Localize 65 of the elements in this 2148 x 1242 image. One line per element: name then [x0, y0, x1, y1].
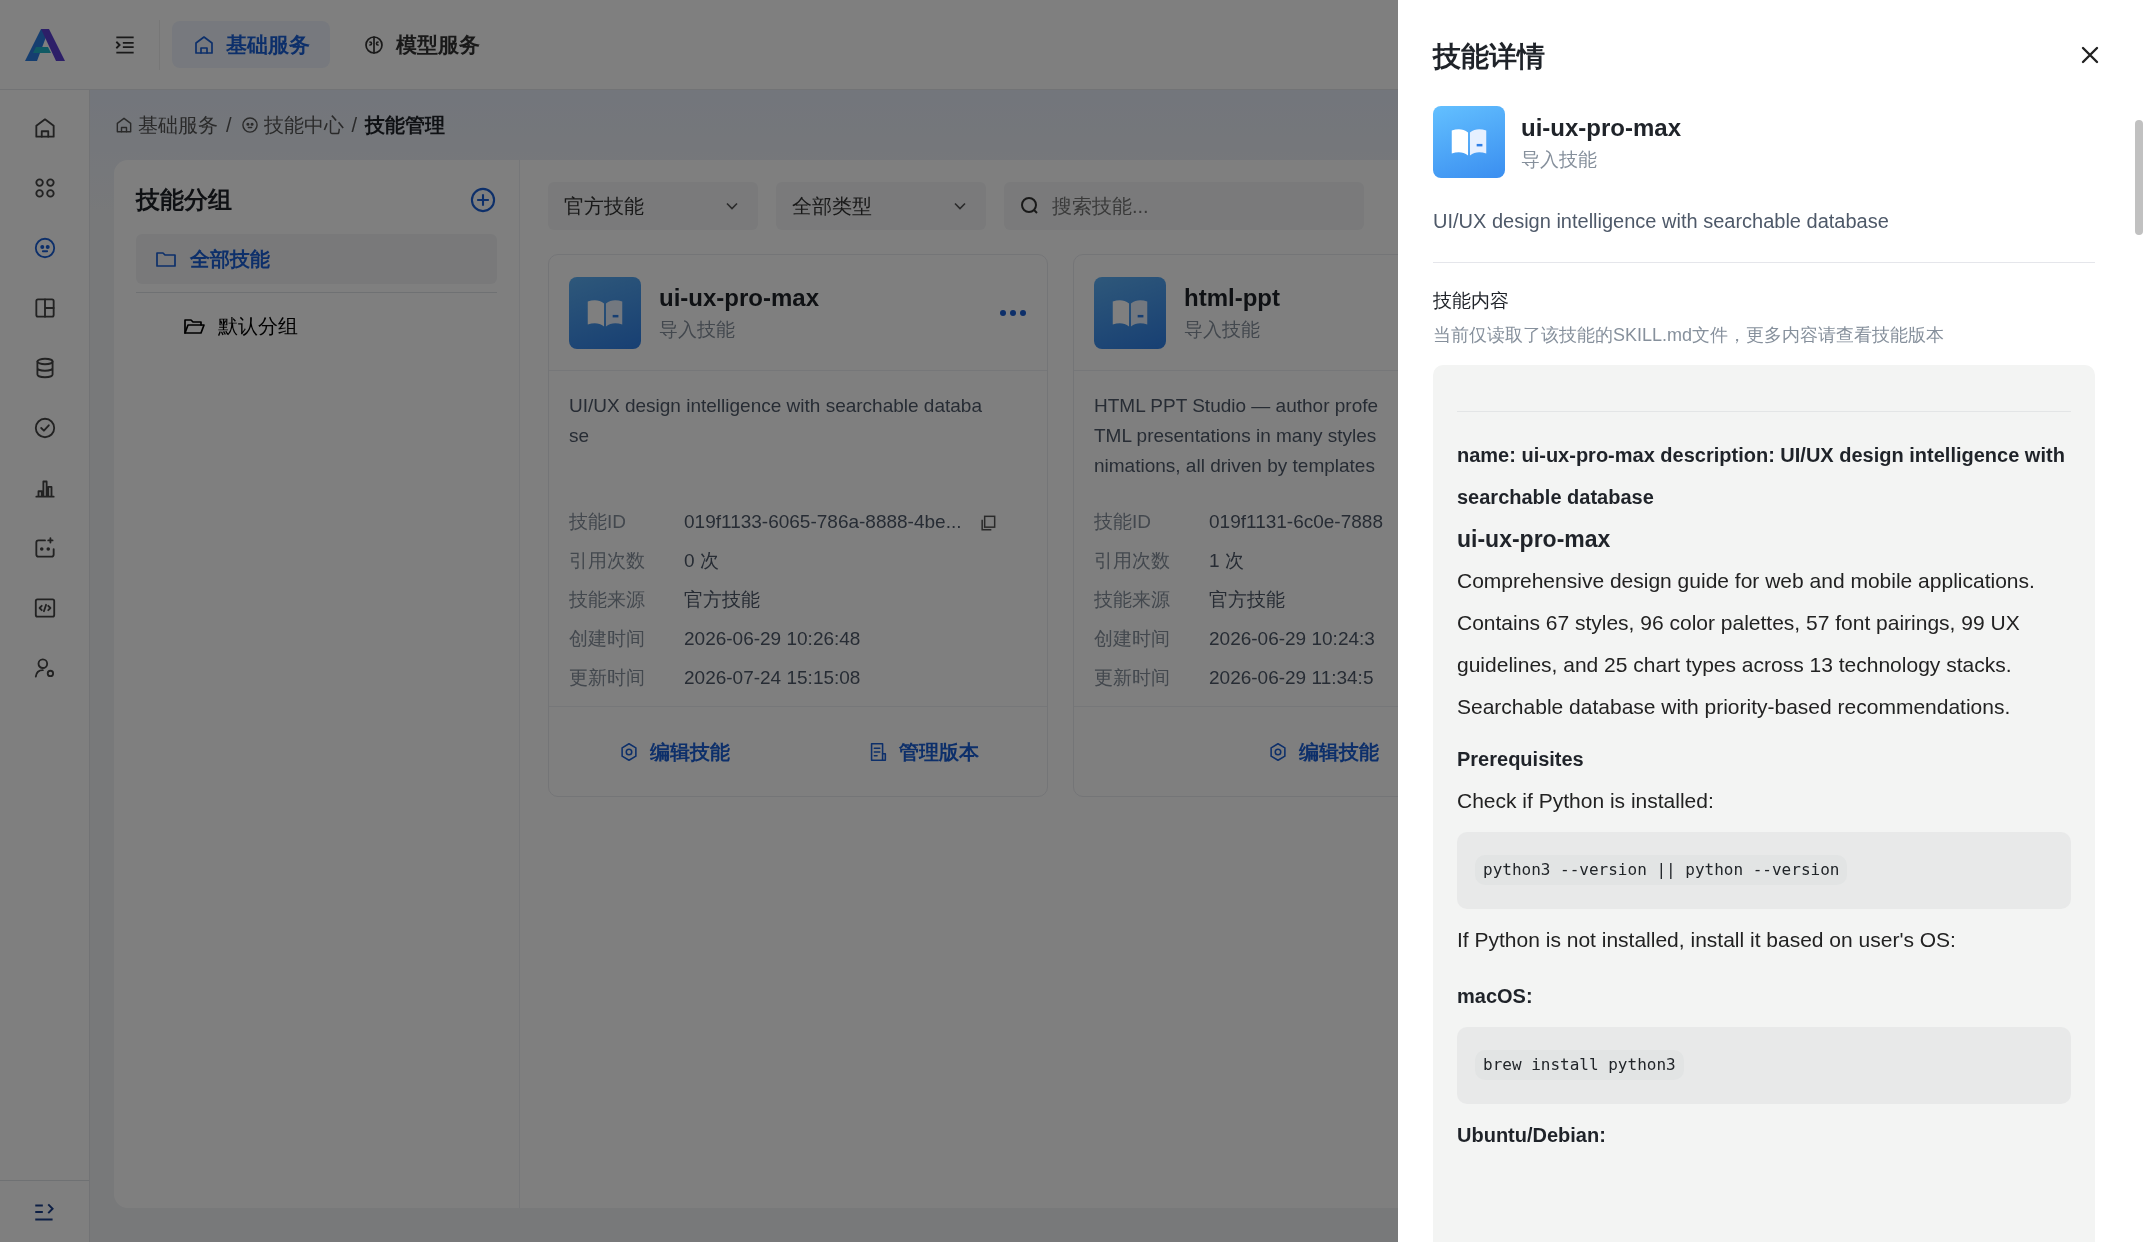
field-value: 019f1131-6c0e-7888 [1209, 510, 1383, 535]
field-label: 引用次数 [1094, 549, 1171, 574]
card-action-button[interactable]: 编辑技能 [1261, 735, 1385, 768]
card-action-button[interactable]: 管理版本 [860, 735, 985, 768]
skill-title: ui-ux-pro-max [1521, 112, 1681, 143]
home-icon [114, 115, 134, 135]
breadcrumb-item: 技能管理 [365, 113, 446, 138]
field-value: 2026-06-29 11:34:5 [1209, 666, 1374, 691]
skill-type: 导入技能 [659, 318, 736, 343]
breadcrumb-separator: / [226, 113, 232, 138]
gear-icon [1267, 740, 1289, 763]
more-icon[interactable] [999, 308, 1027, 317]
add-icon[interactable] [469, 186, 497, 214]
filter-select[interactable]: 全部类型 [776, 182, 986, 230]
filter-select[interactable]: 官方技能 [548, 182, 758, 230]
code-text: python3 --version || python --version [1475, 855, 1848, 885]
section-title: 技能内容 [1433, 289, 1510, 313]
group-item[interactable]: 默认分组 [136, 301, 497, 351]
breadcrumb-item[interactable]: 技能中心 [263, 110, 344, 140]
group-item[interactable]: 全部技能 [136, 234, 497, 284]
field-value: 1 次 [1209, 549, 1244, 574]
nav-tab[interactable]: 基础服务 [172, 20, 330, 69]
paragraph: Comprehensive design guide for web and mobile applications. Contains 67 styles, 96 color palettes, 57 font pairings, 99 UX guidelines, and 25 chart types across 13 technology stacks. Searchable database with priority-based recommendations. [1457, 567, 2036, 720]
heading: Prerequisites [1457, 746, 1585, 772]
heading: Ubuntu/Debian: [1457, 1122, 1607, 1148]
field-label: 引用次数 [569, 549, 646, 574]
skill-type: 导入技能 [1184, 318, 1261, 343]
face-icon [239, 115, 260, 135]
field-value: 2026-06-29 10:26:48 [684, 627, 861, 652]
field-label: 技能ID [569, 510, 627, 535]
field-label: 更新时间 [569, 666, 646, 691]
section-note: 当前仅读取了该技能的SKILL.md文件，更多内容请查看技能版本 [1433, 323, 1946, 347]
heading: macOS: [1457, 983, 1534, 1009]
scrollbar-thumb[interactable] [2135, 120, 2143, 235]
field-value: 019f1133-6065-786a-8888-4be... [684, 510, 962, 535]
breadcrumb-item[interactable]: 基础服务 [138, 110, 218, 140]
drawer-title: 技能详情 [1433, 40, 1545, 74]
heading: ui-ux-pro-max [1457, 524, 1612, 554]
skill-title: ui-ux-pro-max [659, 283, 820, 314]
field-label: 创建时间 [1094, 627, 1171, 652]
field-label: 创建时间 [569, 627, 646, 652]
skill-type: 导入技能 [1521, 147, 1598, 172]
field-value: 2026-07-24 15:15:08 [684, 666, 861, 691]
field-label: 技能ID [1094, 510, 1152, 535]
field-label: 技能来源 [1094, 588, 1171, 613]
field-value: 2026-06-29 10:24:3 [1209, 627, 1375, 652]
skill-title: html-ppt [1184, 283, 1281, 314]
field-value: 官方技能 [1209, 588, 1285, 613]
field-value: 官方技能 [684, 588, 760, 613]
field-label: 更新时间 [1094, 666, 1171, 691]
skill-description: HTML PPT Studio — author profe TML presentations in many styles nimations, all driven by templates [1094, 394, 1379, 478]
field-value: 0 次 [684, 549, 719, 574]
breadcrumb-separator: / [351, 113, 358, 138]
skill-description: UI/UX design intelligence with searchable database [1433, 209, 1890, 234]
field-label: 技能来源 [569, 588, 646, 613]
search-field[interactable]: 搜索技能... [1004, 182, 1364, 230]
card-action-button[interactable]: 编辑技能 [611, 735, 736, 768]
skill-description: UI/UX design intelligence with searchable databa se [569, 394, 982, 448]
paragraph: If Python is not installed, install it based on user's OS: [1457, 926, 1957, 953]
heading: name: ui-ux-pro-max description: UI/UX design intelligence with searchable database [1457, 442, 2066, 510]
code-text: brew install python3 [1475, 1050, 1684, 1080]
paragraph: Check if Python is installed: [1457, 787, 1715, 814]
nav-tab[interactable]: 模型服务 [342, 20, 500, 69]
panel-title: 技能分组 [136, 185, 232, 215]
logo-icon [23, 26, 67, 63]
